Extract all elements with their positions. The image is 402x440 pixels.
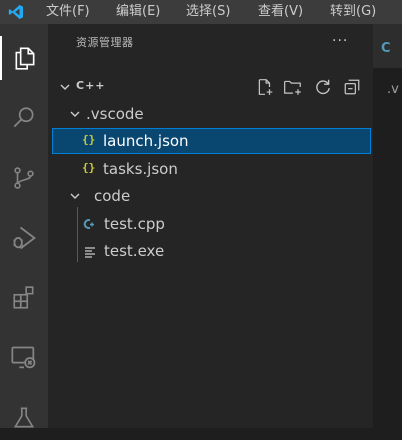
- json-file-icon: {}: [82, 161, 96, 174]
- tree-file-test-cpp[interactable]: test.cpp: [48, 211, 373, 237]
- tree-file-launch-json[interactable]: {} launch.json: [52, 128, 371, 154]
- folder-section-header[interactable]: C++: [48, 74, 373, 100]
- explorer-icon[interactable]: [0, 36, 48, 80]
- collapse-all-icon[interactable]: [342, 77, 362, 97]
- tree-file-test-exe[interactable]: test.exe: [48, 238, 373, 264]
- new-folder-icon[interactable]: [283, 77, 303, 97]
- json-file-icon: {}: [82, 133, 96, 146]
- run-debug-icon[interactable]: [0, 216, 48, 260]
- explorer-sidebar: 资源管理器 ··· C++ .vscode {} launch.json {} …: [48, 24, 373, 428]
- chevron-down-icon: [60, 84, 70, 90]
- cpp-file-icon: [83, 219, 94, 229]
- file-label: test.cpp: [104, 215, 165, 233]
- search-icon[interactable]: [0, 96, 48, 140]
- text-file-icon: [85, 247, 95, 258]
- explorer-title: 资源管理器: [76, 36, 134, 49]
- chevron-down-icon: [70, 193, 80, 199]
- extensions-icon[interactable]: [0, 276, 48, 320]
- menu-go[interactable]: 转到(G): [330, 2, 376, 22]
- file-label: launch.json: [103, 132, 189, 150]
- new-file-icon[interactable]: [255, 77, 275, 97]
- menu-edit[interactable]: 编辑(E): [116, 2, 160, 22]
- file-label: tasks.json: [103, 160, 178, 178]
- menu-file[interactable]: 文件(F): [46, 2, 90, 22]
- editor-area: C .v: [373, 24, 402, 428]
- title-bar: 文件(F) 编辑(E) 选择(S) 查看(V) 转到(G): [0, 0, 402, 24]
- tree-folder-vscode[interactable]: .vscode: [48, 101, 373, 127]
- source-control-icon[interactable]: [0, 156, 48, 200]
- folder-label: code: [94, 187, 131, 205]
- breadcrumb[interactable]: .v: [387, 82, 399, 97]
- folder-label: .vscode: [86, 105, 144, 123]
- file-label: test.exe: [104, 242, 165, 260]
- menu-view[interactable]: 查看(V): [258, 2, 303, 22]
- explorer-header: 资源管理器 ···: [48, 24, 373, 59]
- tree-file-tasks-json[interactable]: {} tasks.json: [48, 156, 373, 182]
- menu-selection[interactable]: 选择(S): [186, 2, 230, 22]
- testing-icon[interactable]: [0, 396, 48, 440]
- activity-bar: [0, 24, 48, 428]
- remote-explorer-icon[interactable]: [0, 336, 48, 380]
- vscode-logo-icon: [8, 5, 23, 19]
- tree-folder-code[interactable]: code: [48, 183, 373, 209]
- folder-name: C++: [76, 79, 106, 92]
- refresh-icon[interactable]: [313, 77, 333, 97]
- cpp-tab-icon: C: [381, 41, 391, 56]
- chevron-down-icon: [70, 111, 80, 117]
- more-actions-icon[interactable]: ···: [332, 34, 348, 48]
- editor-tab[interactable]: C: [373, 24, 402, 68]
- indent-guide: [77, 207, 78, 262]
